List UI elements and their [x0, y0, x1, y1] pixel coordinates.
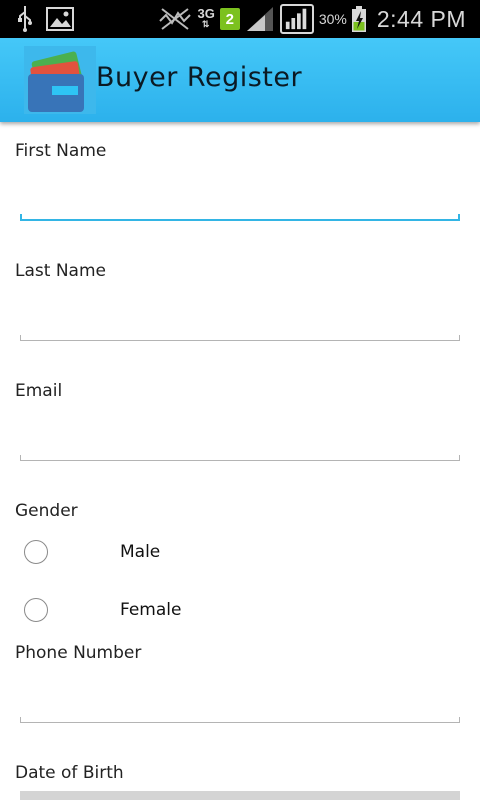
- email-field[interactable]: [20, 436, 460, 461]
- signal-icon: [246, 7, 273, 31]
- field-underline-tick: [459, 717, 460, 723]
- first-name-field[interactable]: [20, 196, 460, 221]
- status-left-icons: [18, 6, 74, 32]
- first-name-input[interactable]: [24, 196, 456, 217]
- image-icon: [46, 7, 74, 31]
- first-name-label: First Name: [15, 141, 107, 161]
- field-underline-tick: [459, 455, 460, 461]
- signal-icon: [285, 8, 307, 30]
- gender-option-female[interactable]: Female: [24, 595, 444, 625]
- male-radio-button[interactable]: [24, 540, 48, 564]
- status-clock: 2:44 PM: [376, 5, 466, 32]
- status-right-icons: 3G ⇅ 2 30% 2:44 PM: [158, 4, 466, 34]
- battery-percentage: 30%: [318, 11, 347, 27]
- page-title: Buyer Register: [96, 62, 303, 93]
- field-underline-tick: [459, 335, 460, 341]
- phone-number-input[interactable]: [24, 698, 456, 719]
- gender-label: Gender: [15, 501, 78, 521]
- signal-strength-box: [279, 4, 314, 34]
- email-label: Email: [15, 381, 63, 401]
- email-input[interactable]: [24, 436, 456, 457]
- network-type-indicator: 3G ⇅: [197, 7, 214, 29]
- field-underline-tick: [20, 717, 21, 723]
- field-underline: [20, 340, 460, 341]
- female-radio-button[interactable]: [24, 598, 48, 622]
- male-radio-label[interactable]: Male: [120, 542, 160, 562]
- last-name-field[interactable]: [20, 316, 460, 341]
- last-name-label: Last Name: [15, 261, 106, 281]
- battery-charging-icon: [351, 6, 366, 32]
- date-of-birth-picker[interactable]: [20, 791, 460, 800]
- date-of-birth-label: Date of Birth: [15, 763, 124, 783]
- field-underline: [20, 219, 460, 221]
- female-radio-label[interactable]: Female: [120, 600, 181, 620]
- field-underline-tick: [458, 214, 460, 221]
- app-bar: Buyer Register: [0, 38, 480, 122]
- last-name-input[interactable]: [24, 316, 456, 337]
- mute-icon: [159, 8, 192, 30]
- status-bar: 3G ⇅ 2 30% 2:44 PM: [0, 0, 480, 38]
- gender-option-male[interactable]: Male: [24, 537, 444, 567]
- sim-slot-badge: 2: [219, 8, 240, 30]
- field-underline-tick: [20, 335, 21, 341]
- field-underline: [20, 460, 460, 461]
- field-underline: [20, 722, 460, 723]
- phone-number-label: Phone Number: [15, 643, 142, 663]
- field-underline-tick: [20, 214, 22, 221]
- wallet-icon: [24, 46, 96, 114]
- usb-icon: [18, 6, 32, 32]
- field-underline-tick: [20, 455, 21, 461]
- phone-number-field[interactable]: [20, 698, 460, 723]
